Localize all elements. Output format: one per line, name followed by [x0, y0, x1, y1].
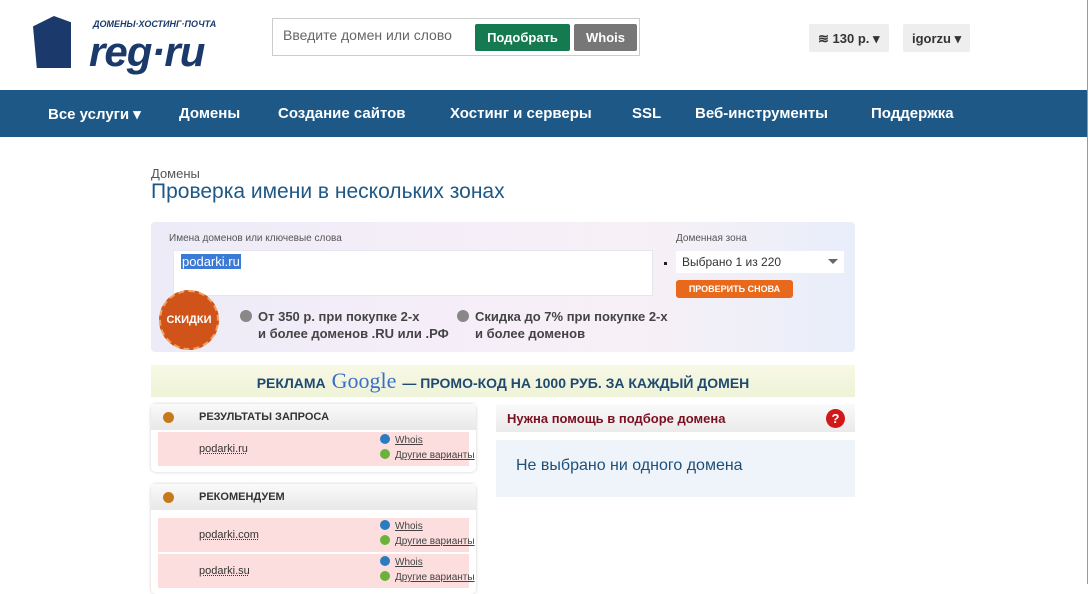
whois-link[interactable]: Whois: [380, 434, 423, 446]
other-variants-link[interactable]: Другие варианты: [380, 449, 475, 461]
bullet-icon: [457, 310, 469, 322]
reg-ru-logo[interactable]: ДОМЕНЫ·ХОСТИНГ·ПОЧТА reg·ru: [33, 14, 233, 75]
logo-name: reg·ru: [89, 28, 205, 75]
check-icon: [380, 571, 390, 581]
info-icon: [380, 520, 390, 530]
selected-domains-empty: Не выбрано ни одного домена: [496, 440, 855, 497]
info-icon: [380, 434, 390, 444]
username: igorzu: [912, 31, 951, 46]
logo-house-icon: [33, 16, 71, 68]
domain-name[interactable]: podarki.su: [199, 565, 250, 577]
domain-name[interactable]: podarki.com: [199, 529, 259, 541]
other-variants-link[interactable]: Другие варианты: [380, 535, 475, 547]
recommend-panel: РЕКОМЕНДУЕМ podarki.com Whois Другие вар…: [151, 484, 476, 594]
results-panel: РЕЗУЛЬТАТЫ ЗАПРОСА podarki.ru Whois Друг…: [151, 404, 476, 472]
nav-support[interactable]: Поддержка: [871, 105, 954, 122]
nav-ssl[interactable]: SSL: [632, 105, 661, 122]
recommend-header[interactable]: РЕКОМЕНДУЕМ: [151, 484, 476, 510]
help-title: Нужна помощь в подборе домена: [507, 411, 726, 426]
user-menu[interactable]: igorzu ▾: [903, 24, 971, 52]
nav-all-services[interactable]: Все услуги ▾: [48, 105, 141, 123]
check-form: Имена доменов или ключевые слова podarki…: [151, 222, 855, 352]
nav-site-builder[interactable]: Создание сайтов: [278, 105, 406, 122]
scrollbar[interactable]: [1087, 0, 1092, 584]
breadcrumb[interactable]: Домены: [151, 166, 200, 181]
dot-separator: [664, 262, 667, 265]
google-ad-banner[interactable]: РЕКЛАМА Google — ПРОМО-КОД НА 1000 РУБ. ЗА…: [151, 365, 855, 397]
zone-select[interactable]: Выбрано 1 из 220: [676, 251, 844, 273]
domain-search: Подобрать Whois: [272, 18, 640, 56]
page-title: Проверка имени в нескольких зонах: [151, 180, 505, 203]
help-header: Нужна помощь в подборе домена ?: [496, 404, 855, 432]
discount-badge: СКИДКИ: [159, 290, 219, 350]
bullet-icon: [240, 310, 252, 322]
recheck-button[interactable]: ПРОВЕРИТЬ СНОВА: [676, 280, 793, 298]
help-question-icon[interactable]: ?: [826, 409, 845, 428]
main-nav: Все услуги ▾ Домены Создание сайтов Хост…: [0, 90, 1087, 137]
other-variants-link[interactable]: Другие варианты: [380, 571, 475, 583]
domain-names-textarea[interactable]: podarki.ru: [173, 250, 653, 296]
whois-link[interactable]: Whois: [380, 520, 423, 532]
balance-dropdown[interactable]: ≋ 130 р. ▾: [809, 24, 889, 52]
domain-name[interactable]: podarki.ru: [199, 443, 248, 455]
domain-names-value: podarki.ru: [181, 254, 241, 269]
zone-value: Выбрано 1 из 220: [682, 255, 782, 269]
pick-button[interactable]: Подобрать: [475, 24, 570, 51]
coins-icon: ≋: [818, 31, 833, 46]
names-label: Имена доменов или ключевые слова: [169, 233, 342, 244]
check-icon: [380, 535, 390, 545]
table-row: podarki.com Whois Другие варианты: [158, 518, 475, 552]
promo-ru: От 350 р. при покупке 2-х и более доменов…: [240, 308, 449, 342]
table-row: podarki.ru Whois Другие варианты: [158, 432, 475, 466]
whois-button[interactable]: Whois: [574, 24, 637, 51]
results-header[interactable]: РЕЗУЛЬТАТЫ ЗАПРОСА: [151, 404, 476, 430]
google-logo: Google: [331, 368, 397, 393]
nav-hosting[interactable]: Хостинг и серверы: [450, 105, 592, 122]
domain-search-input[interactable]: [283, 27, 473, 43]
whois-link[interactable]: Whois: [380, 556, 423, 568]
chevron-down-icon: [828, 259, 838, 269]
balance-value: 130 р.: [832, 31, 870, 46]
nav-domains[interactable]: Домены: [179, 105, 240, 122]
table-row: podarki.su Whois Другие варианты: [158, 554, 475, 588]
info-icon: [380, 556, 390, 566]
promo-discount: Скидка до 7% при покупке 2-х и более доме…: [457, 308, 668, 342]
collapse-icon[interactable]: [163, 412, 174, 423]
collapse-icon[interactable]: [163, 492, 174, 503]
nav-web-tools[interactable]: Веб-инструменты: [695, 105, 828, 122]
check-icon: [380, 449, 390, 459]
zone-label: Доменная зона: [676, 233, 747, 244]
